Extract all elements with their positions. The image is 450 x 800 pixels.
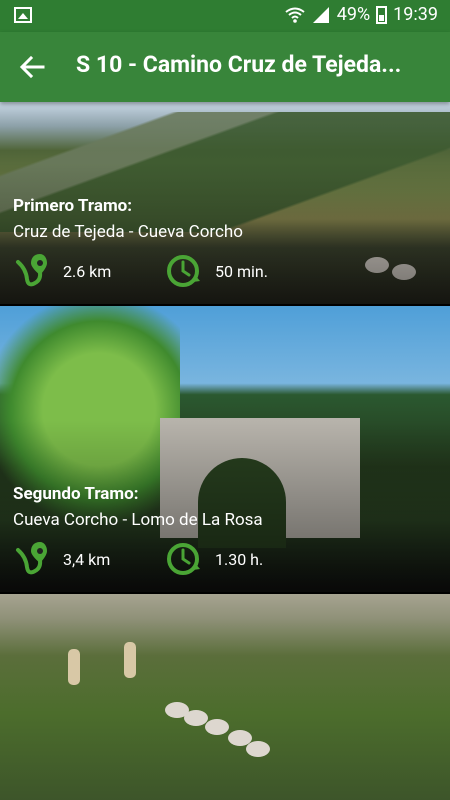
battery-percent: 49% <box>336 4 371 25</box>
sheep-image <box>246 741 270 757</box>
status-right: 49% 19:39 <box>285 4 438 25</box>
app-bar: S 10 - Camino Cruz de Tejeda... <box>0 32 450 102</box>
card-title: Segundo Tramo: <box>13 484 139 504</box>
distance-stat: 3,4 km <box>13 541 110 577</box>
route-icon <box>16 542 47 575</box>
clock-time: 19:39 <box>393 4 438 25</box>
card-title: Primero Tramo: <box>13 196 133 216</box>
person-image <box>124 642 136 678</box>
route-icon <box>16 254 47 287</box>
card-route: Cueva Corcho - Lomo de La Rosa <box>13 510 263 530</box>
sheep-image <box>205 719 229 735</box>
route-card-primero[interactable]: Primero Tramo: Cruz de Tejeda - Cueva Co… <box>0 102 450 304</box>
duration-value: 1.30 h. <box>215 549 264 569</box>
clock-icon <box>167 543 200 575</box>
clock-icon <box>167 255 200 287</box>
person-image <box>68 649 80 685</box>
route-card-segundo[interactable]: Segundo Tramo: Cueva Corcho - Lomo de La… <box>0 306 450 592</box>
gallery-icon <box>14 7 32 23</box>
duration-stat: 50 min. <box>165 253 268 289</box>
route-card-image[interactable] <box>0 594 450 800</box>
distance-value: 2.6 km <box>63 261 112 281</box>
status-bar: 49% 19:39 <box>0 0 450 32</box>
card-route: Cruz de Tejeda - Cueva Corcho <box>13 222 243 242</box>
page-title: S 10 - Camino Cruz de Tejeda... <box>76 51 402 78</box>
distance-value: 3,4 km <box>63 549 111 569</box>
sheep-image <box>184 710 208 726</box>
wifi-icon <box>285 7 305 23</box>
distance-stat: 2.6 km <box>13 253 111 289</box>
back-arrow-icon[interactable] <box>18 53 46 81</box>
battery-icon <box>376 5 388 24</box>
duration-value: 50 min. <box>215 261 268 281</box>
duration-stat: 1.30 h. <box>165 541 263 577</box>
signal-icon <box>312 6 329 23</box>
